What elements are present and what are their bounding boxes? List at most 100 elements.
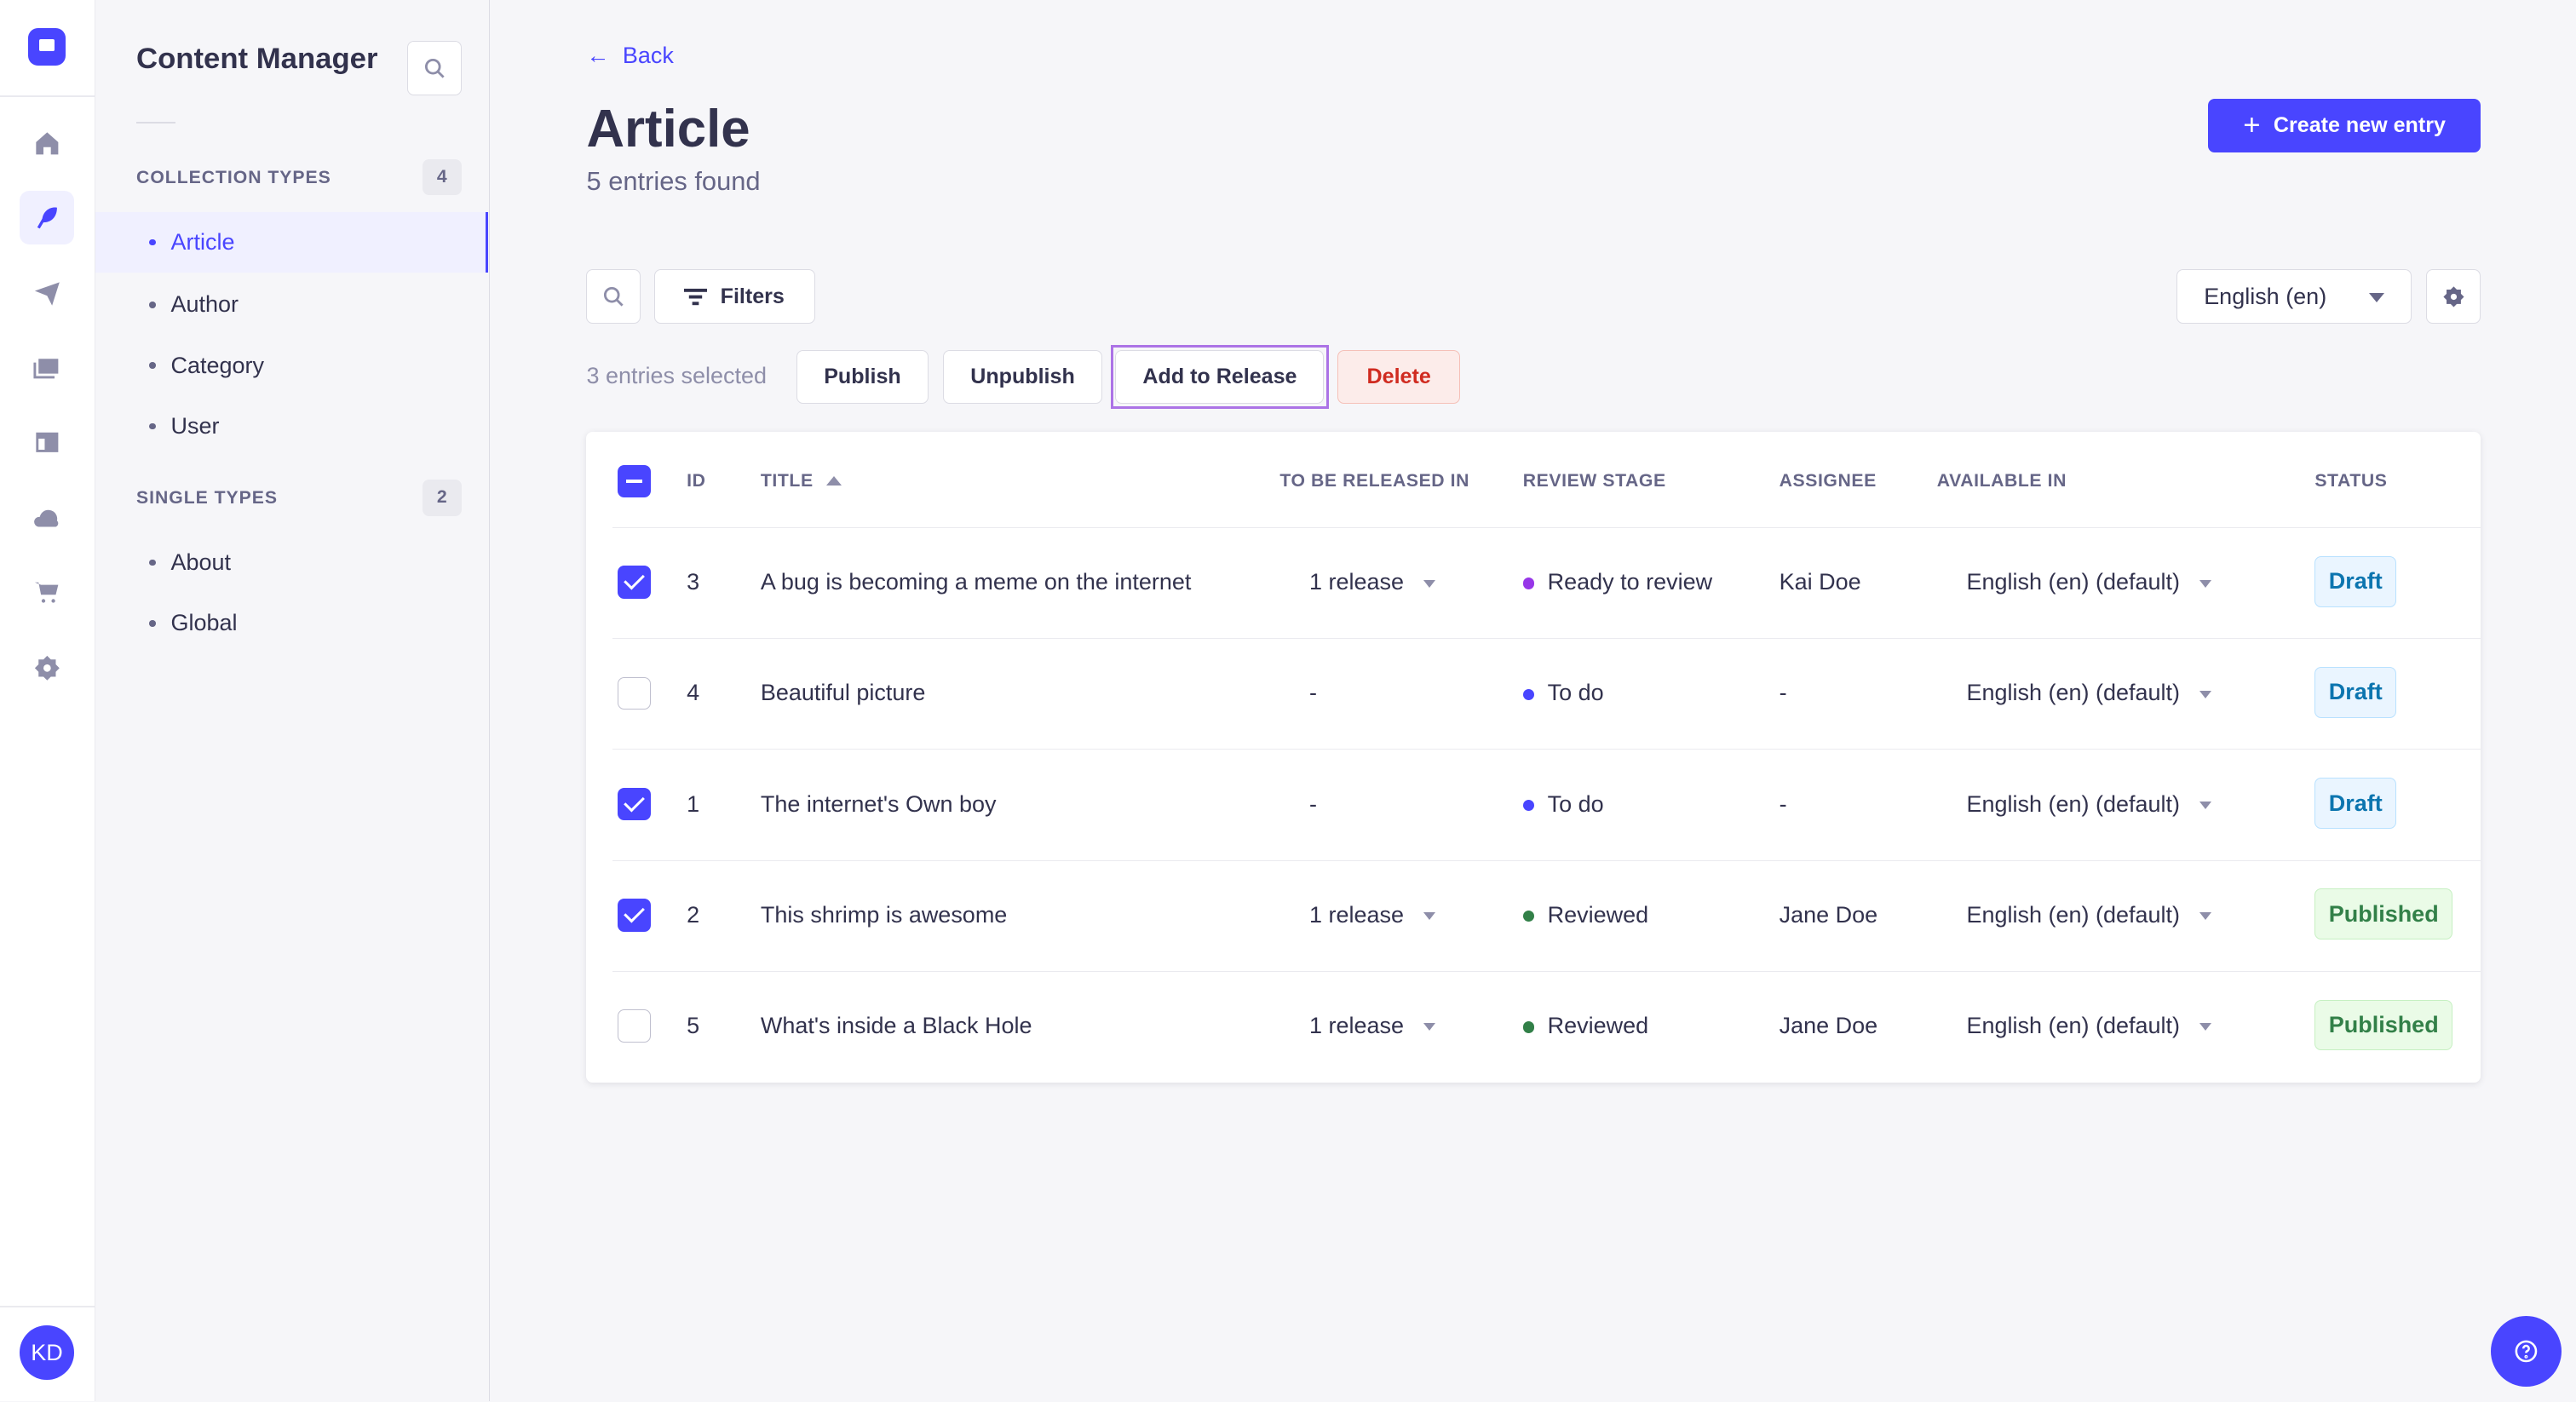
row-checkbox[interactable]	[618, 1009, 651, 1043]
sidebar-item-about[interactable]: About	[95, 532, 488, 593]
sidebar-item-category[interactable]: Category	[95, 335, 488, 395]
row-id: 1	[687, 790, 700, 817]
status-badge: Draft	[2314, 555, 2397, 607]
publish-button[interactable]: Publish	[796, 349, 929, 405]
assignee: Kai Doe	[1779, 569, 1861, 595]
review-stage: Reviewed	[1522, 901, 1649, 928]
page-title: Article	[586, 99, 750, 158]
available-in-select[interactable]: English (en) (default)	[1966, 1012, 2212, 1039]
divider	[0, 95, 95, 97]
row-checkbox[interactable]	[618, 566, 651, 599]
avatar[interactable]: KD	[20, 1325, 74, 1380]
row-id: 3	[687, 569, 700, 595]
release-cell: -	[1309, 791, 1317, 818]
available-in-value: English (en) (default)	[1966, 1012, 2180, 1038]
stage-dot	[1522, 1021, 1535, 1033]
sidebar-item-author[interactable]: Author	[95, 274, 488, 335]
release-cell[interactable]: 1 release	[1309, 901, 1436, 928]
list-settings-button[interactable]	[2426, 269, 2481, 324]
table-row[interactable]: 5 What's inside a Black Hole 1 release R…	[612, 970, 2481, 1081]
sidebar-item-global[interactable]: Global	[95, 593, 488, 653]
release-cell[interactable]: 1 release	[1309, 1013, 1436, 1039]
back-link[interactable]: ← Back	[586, 43, 673, 69]
header-available-in[interactable]: AVAILABLE IN	[1937, 471, 2067, 491]
home-icon[interactable]	[20, 117, 74, 171]
table-row[interactable]: 1 The internet's Own boy - To do - Engli…	[612, 749, 2481, 859]
available-in-value: English (en) (default)	[1966, 569, 2180, 595]
available-in-select[interactable]: English (en) (default)	[1966, 902, 2212, 928]
entries-table: ID TITLE TO BE RELEASED IN REVIEW STAGE …	[586, 432, 2481, 1083]
row-checkbox[interactable]	[618, 676, 651, 710]
cart-icon[interactable]	[20, 565, 74, 619]
chevron-down-icon	[2369, 293, 2385, 302]
sidebar-title: Content Manager	[136, 43, 378, 76]
plus-icon: +	[2243, 109, 2261, 142]
row-title: This shrimp is awesome	[760, 901, 1008, 928]
single-count-badge: 2	[422, 480, 462, 516]
send-icon[interactable]	[20, 266, 74, 320]
row-title: What's inside a Black Hole	[760, 1012, 1032, 1038]
header-title[interactable]: TITLE	[761, 471, 842, 491]
divider	[0, 1306, 95, 1308]
search-button[interactable]	[586, 269, 641, 324]
sidebar-item-user[interactable]: User	[95, 396, 488, 457]
review-stage: To do	[1522, 680, 1604, 706]
create-entry-button[interactable]: + Create new entry	[2207, 98, 2481, 153]
assignee: -	[1779, 680, 1787, 706]
release-value: 1 release	[1309, 569, 1405, 595]
available-in-select[interactable]: English (en) (default)	[1966, 680, 2212, 706]
review-stage-label: Reviewed	[1547, 1012, 1649, 1038]
add-to-release-button[interactable]: Add to Release	[1115, 349, 1325, 405]
row-title: A bug is becoming a meme on the internet	[760, 569, 1192, 595]
available-in-select[interactable]: English (en) (default)	[1966, 569, 2212, 595]
chevron-down-icon	[2199, 1023, 2212, 1031]
stage-dot	[1522, 910, 1535, 922]
layout-icon[interactable]	[20, 416, 74, 470]
review-stage-label: Reviewed	[1547, 901, 1649, 928]
row-checkbox[interactable]	[618, 787, 651, 821]
single-types-label: SINGLE TYPES	[136, 487, 278, 508]
arrow-left-icon: ←	[586, 43, 610, 69]
strapi-logo[interactable]	[27, 27, 66, 66]
help-icon	[2515, 1340, 2538, 1363]
available-in-select[interactable]: English (en) (default)	[1966, 791, 2212, 818]
delete-button[interactable]: Delete	[1337, 349, 1461, 405]
header-title-label: TITLE	[760, 471, 814, 491]
help-button[interactable]	[2490, 1315, 2562, 1387]
header-release[interactable]: TO BE RELEASED IN	[1279, 471, 1469, 491]
review-stage: Reviewed	[1522, 1012, 1649, 1039]
feather-icon[interactable]	[20, 190, 74, 245]
cloud-icon[interactable]	[20, 491, 74, 546]
status-badge: Published	[2314, 999, 2453, 1051]
header-status[interactable]: STATUS	[2314, 471, 2387, 491]
review-stage-label: To do	[1547, 680, 1604, 706]
table-row[interactable]: 4 Beautiful picture - To do - English (e…	[612, 638, 2481, 748]
unpublish-button[interactable]: Unpublish	[942, 349, 1103, 405]
chevron-down-icon	[2199, 690, 2212, 698]
header-id[interactable]: ID	[687, 471, 705, 491]
chevron-down-icon	[2199, 579, 2212, 588]
media-icon[interactable]	[20, 340, 74, 394]
sidebar-search-button[interactable]	[407, 41, 462, 95]
chevron-down-icon	[1423, 579, 1436, 588]
header-review-stage[interactable]: REVIEW STAGE	[1523, 471, 1666, 491]
row-checkbox[interactable]	[618, 898, 651, 932]
row-id: 5	[687, 1012, 700, 1038]
select-all-checkbox[interactable]	[618, 464, 651, 498]
status-badge: Published	[2314, 888, 2453, 940]
table-row[interactable]: 3 A bug is becoming a meme on the intern…	[612, 527, 2481, 637]
release-value: 1 release	[1309, 901, 1405, 928]
filters-button[interactable]: Filters	[653, 269, 815, 324]
search-icon	[424, 58, 445, 78]
review-stage: To do	[1522, 790, 1604, 818]
header-assignee[interactable]: ASSIGNEE	[1780, 471, 1877, 491]
settings-icon[interactable]	[20, 641, 74, 695]
sidebar-item-label: Article	[170, 228, 235, 255]
release-cell[interactable]: 1 release	[1309, 569, 1436, 595]
table-row[interactable]: 2 This shrimp is awesome 1 release Revie…	[612, 859, 2481, 970]
review-stage-label: To do	[1547, 790, 1604, 817]
stage-dot	[1522, 688, 1535, 701]
sidebar-item-article[interactable]: Article	[95, 211, 488, 273]
locale-select[interactable]: English (en)	[2176, 269, 2412, 324]
release-cell: -	[1309, 680, 1317, 706]
